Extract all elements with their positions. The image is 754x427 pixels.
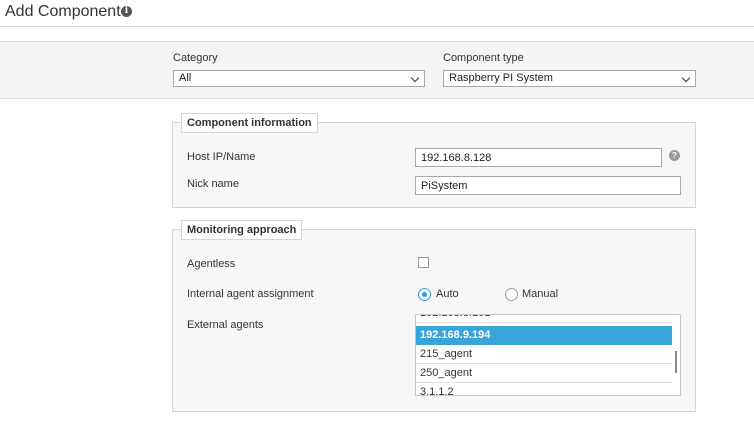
manual-radio[interactable] [505, 288, 518, 301]
category-select[interactable]: All [173, 70, 425, 87]
chevron-down-icon [410, 73, 420, 83]
nick-name-label: Nick name [187, 178, 239, 190]
category-label: Category [173, 52, 218, 64]
list-item[interactable]: 192.168.9.194 [416, 326, 672, 345]
list-item[interactable]: 215_agent [416, 345, 672, 364]
host-input[interactable] [415, 148, 662, 167]
internal-agent-label: Internal agent assignment [187, 288, 314, 300]
agentless-label: Agentless [187, 258, 236, 270]
component-type-select-value: Raspberry PI System [449, 72, 553, 84]
host-label: Host IP/Name [187, 151, 256, 163]
component-type-select[interactable]: Raspberry PI System [443, 70, 696, 87]
external-agents-listbox[interactable]: 192.168.8.161 192.168.9.194 215_agent 25… [415, 314, 681, 396]
page-title: Add Component [5, 3, 121, 20]
list-item[interactable]: 250_agent [416, 364, 672, 383]
manual-radio-label[interactable]: Manual [522, 288, 558, 300]
category-select-value: All [179, 72, 192, 84]
external-agents-label: External agents [187, 319, 264, 331]
monitoring-legend: Monitoring approach [181, 220, 303, 240]
list-scrollbar-thumb[interactable] [675, 351, 677, 373]
nick-name-input[interactable] [415, 176, 681, 195]
chevron-down-icon [681, 73, 691, 83]
header-divider [0, 26, 754, 27]
list-item[interactable]: 3.1.1.2 [416, 383, 672, 395]
auto-radio[interactable] [418, 288, 431, 301]
help-icon[interactable]: ? [669, 150, 680, 161]
auto-radio-label[interactable]: Auto [436, 288, 459, 300]
list-item[interactable]: 192.168.8.161 [416, 315, 672, 323]
agentless-checkbox[interactable] [418, 257, 429, 268]
info-icon[interactable]: i [121, 6, 132, 17]
list-scrollbar-track [668, 395, 676, 396]
component-type-label: Component type [443, 52, 524, 64]
component-info-legend: Component information [181, 113, 318, 133]
